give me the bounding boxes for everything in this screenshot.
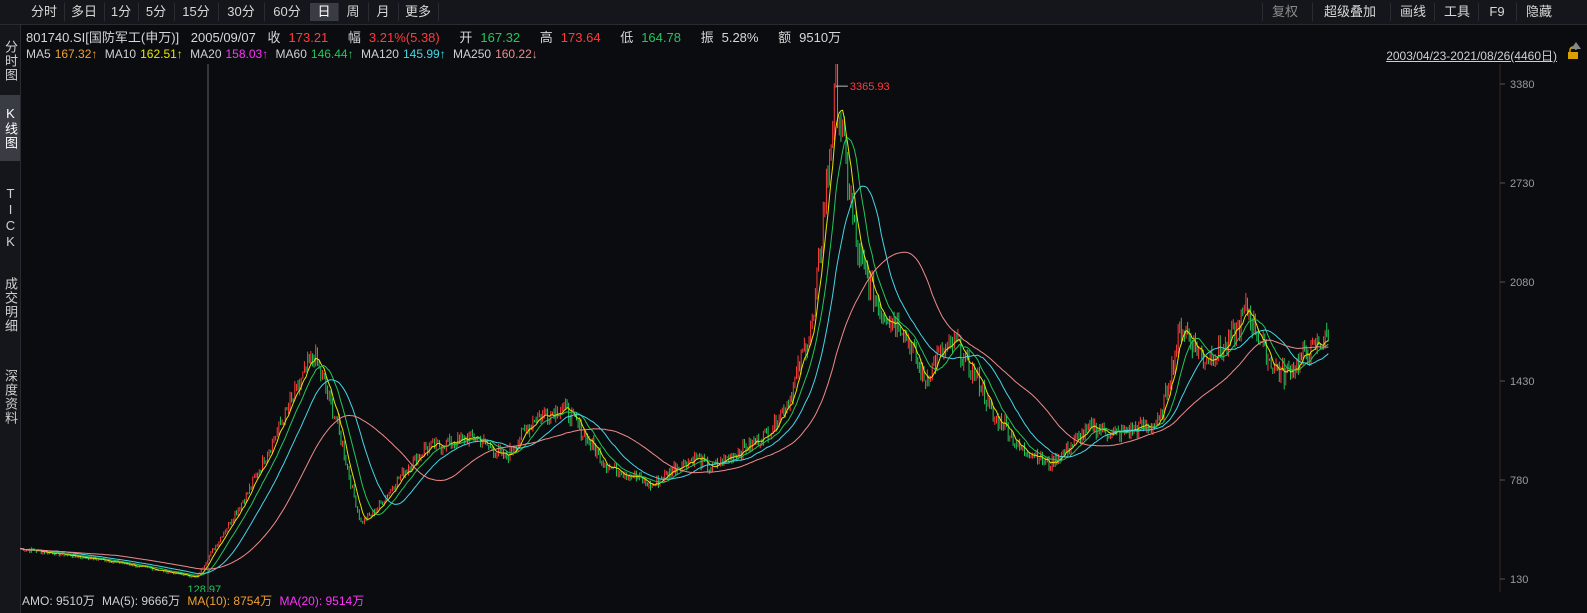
volume-legend: AMO: 9510万 MA(5): 9666万 MA(10): 8754万 MA… [22,592,368,609]
amo-value: AMO: 9510万 [22,594,95,608]
ma60-line [20,137,1329,577]
y-tick-label: 2080 [1510,277,1534,289]
hide-button[interactable]: 隐藏 [1516,3,1561,21]
tools-button[interactable]: 工具 [1434,3,1479,21]
period-15min[interactable]: 15分 [174,3,219,21]
f9-button[interactable]: F9 [1478,3,1515,21]
period-more[interactable]: 更多 [398,3,439,21]
low-field: 低 164.78 [620,30,681,45]
amount-field: 额 9510万 [778,30,842,45]
ma10-line [20,109,1329,578]
side-tabs: 分时图 K线图 TICK 成交明细 深度资料 [0,25,21,613]
period-1min[interactable]: 1分 [104,3,139,21]
amo-ma10: MA(10): 8754万 [187,594,273,608]
period-month[interactable]: 月 [368,3,399,21]
ma20-label: MA20 [190,47,222,61]
kline-chart[interactable]: 3380 2730 2080 1430 780 130 3365.93 128.97 [20,64,1565,592]
period-intraday[interactable]: 分时 [24,3,65,21]
restore-rights-button[interactable]: 复权 [1262,3,1307,21]
y-tick-label: 2730 [1510,178,1534,190]
period-day[interactable]: 日 [310,3,339,21]
scroll-up-icon[interactable] [1571,42,1581,49]
open-field: 开 167.32 [459,30,521,45]
side-tab-intraday[interactable]: 分时图 [0,31,20,91]
ma250-label: MA250 [453,47,492,61]
security-code: 801740.SI[国防军工(申万)] [26,30,180,45]
high-field: 高 173.64 [539,30,601,45]
y-tick-label: 3380 [1510,79,1534,91]
period-week[interactable]: 周 [338,3,369,21]
min-label: 128.97 [188,584,222,592]
ma120-label: MA120 [360,47,399,61]
period-toolbar: 分时 多日 1分 5分 15分 30分 60分 日 周 月 更多 复权 超级叠加… [0,0,1587,25]
ma10-label: MA10 [104,47,137,61]
amo-ma5: MA(5): 9666万 [102,594,181,608]
ma5-value: 167.32↑ [54,47,98,61]
amplitude-field: 振 5.28% [700,30,759,45]
close-field: 收 173.21 [267,30,329,45]
period-5min[interactable]: 5分 [138,3,175,21]
draw-line-button[interactable]: 画线 [1390,3,1435,21]
y-tick-label: 1430 [1510,376,1534,388]
ma10-value: 162.51↑ [140,47,183,61]
side-tab-tick[interactable]: TICK [0,177,20,259]
ma120-line [20,185,1329,575]
ma120-value: 145.99↑ [402,47,446,61]
ma250-value: 160.22↓ [495,47,538,61]
y-tick-label: 130 [1510,574,1528,586]
period-multiday[interactable]: 多日 [64,3,105,21]
ma20-value: 158.03↑ [225,47,269,61]
max-label: 3365.93 [850,81,890,93]
ma60-value: 146.44↑ [310,47,354,61]
y-tick-label: 780 [1510,475,1528,487]
amo-ma20: MA(20): 9514万 [279,594,365,608]
period-60min[interactable]: 60分 [264,3,311,21]
ma-legend: MA5 167.32↑ MA10 162.51↑ MA20 158.03↑ MA60 1… [26,47,542,61]
super-overlay-button[interactable]: 超级叠加 [1312,3,1387,21]
bar-date: 2005/09/07 [190,30,256,45]
period-30min[interactable]: 30分 [218,3,265,21]
side-tab-kline[interactable]: K线图 [0,95,20,161]
date-range[interactable]: 2003/04/23-2021/08/26(4460日) [1386,47,1557,64]
ma60-label: MA60 [275,47,307,61]
side-tab-trades[interactable]: 成交明细 [0,265,20,345]
change-field: 幅 3.21%(5.38) [347,30,440,45]
ma5-label: MA5 [26,47,51,61]
ma250-line [20,251,1329,570]
quote-info-line: 801740.SI[国防军工(申万)] 2005/09/07 收 173.21 幅… [26,27,857,46]
side-tab-depth[interactable]: 深度资料 [0,357,20,437]
